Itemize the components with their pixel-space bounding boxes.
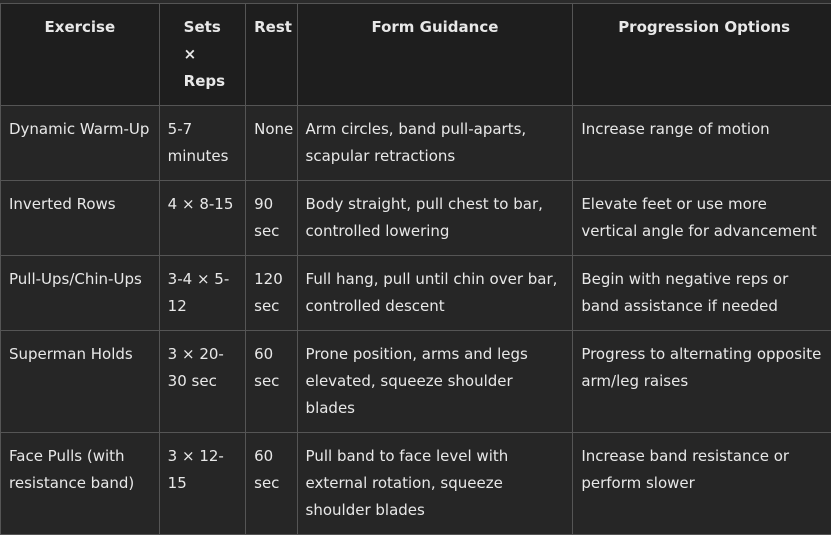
cell-progression: Elevate feet or use more vertical angle … bbox=[573, 181, 831, 256]
header-form-guidance: Form Guidance bbox=[297, 4, 573, 106]
cell-sets-reps: 5-7 minutes bbox=[159, 106, 245, 181]
header-exercise: Exercise bbox=[1, 4, 160, 106]
cell-form-guidance: Full hang, pull until chin over bar, con… bbox=[297, 256, 573, 331]
table-row: Face Pulls (with resistance band) 3 × 12… bbox=[1, 433, 831, 535]
cell-rest: 120 sec bbox=[246, 256, 297, 331]
table-row: Inverted Rows 4 × 8-15 90 sec Body strai… bbox=[1, 181, 831, 256]
cell-progression: Increase range of motion bbox=[573, 106, 831, 181]
cell-exercise: Dynamic Warm-Up bbox=[1, 106, 160, 181]
cell-rest: 60 sec bbox=[246, 331, 297, 433]
header-sets-reps: Sets ×Reps bbox=[159, 4, 245, 106]
cell-exercise: Inverted Rows bbox=[1, 181, 160, 256]
exercise-table: Exercise Sets ×Reps Rest Form Guidance P… bbox=[0, 3, 831, 535]
cell-progression: Increase band resistance or perform slow… bbox=[573, 433, 831, 535]
cell-rest: 60 sec bbox=[246, 433, 297, 535]
cell-progression: Begin with negative reps or band assista… bbox=[573, 256, 831, 331]
cell-form-guidance: Pull band to face level with external ro… bbox=[297, 433, 573, 535]
cell-exercise: Superman Holds bbox=[1, 331, 160, 433]
cell-sets-reps: 3-4 × 5-12 bbox=[159, 256, 245, 331]
cell-form-guidance: Prone position, arms and legs elevated, … bbox=[297, 331, 573, 433]
header-rest: Rest bbox=[246, 4, 297, 106]
cell-sets-reps: 3 × 12-15 bbox=[159, 433, 245, 535]
cell-sets-reps: 4 × 8-15 bbox=[159, 181, 245, 256]
table-row: Dynamic Warm-Up 5-7 minutes None Arm cir… bbox=[1, 106, 831, 181]
table-body: Dynamic Warm-Up 5-7 minutes None Arm cir… bbox=[1, 106, 831, 535]
header-row: Exercise Sets ×Reps Rest Form Guidance P… bbox=[1, 4, 831, 106]
cell-form-guidance: Arm circles, band pull-aparts, scapular … bbox=[297, 106, 573, 181]
table-row: Superman Holds 3 × 20-30 sec 60 sec Pron… bbox=[1, 331, 831, 433]
table-header: Exercise Sets ×Reps Rest Form Guidance P… bbox=[1, 4, 831, 106]
cell-exercise: Pull-Ups/Chin-Ups bbox=[1, 256, 160, 331]
cell-sets-reps: 3 × 20-30 sec bbox=[159, 331, 245, 433]
header-progression-options: Progression Options bbox=[573, 4, 831, 106]
cell-rest: None bbox=[246, 106, 297, 181]
page: { "headers": ["Exercise", "Sets ×\nReps"… bbox=[0, 0, 831, 528]
cell-form-guidance: Body straight, pull chest to bar, contro… bbox=[297, 181, 573, 256]
table-row: Pull-Ups/Chin-Ups 3-4 × 5-12 120 sec Ful… bbox=[1, 256, 831, 331]
cell-exercise: Face Pulls (with resistance band) bbox=[1, 433, 160, 535]
cell-progression: Progress to alternating opposite arm/leg… bbox=[573, 331, 831, 433]
cell-rest: 90 sec bbox=[246, 181, 297, 256]
